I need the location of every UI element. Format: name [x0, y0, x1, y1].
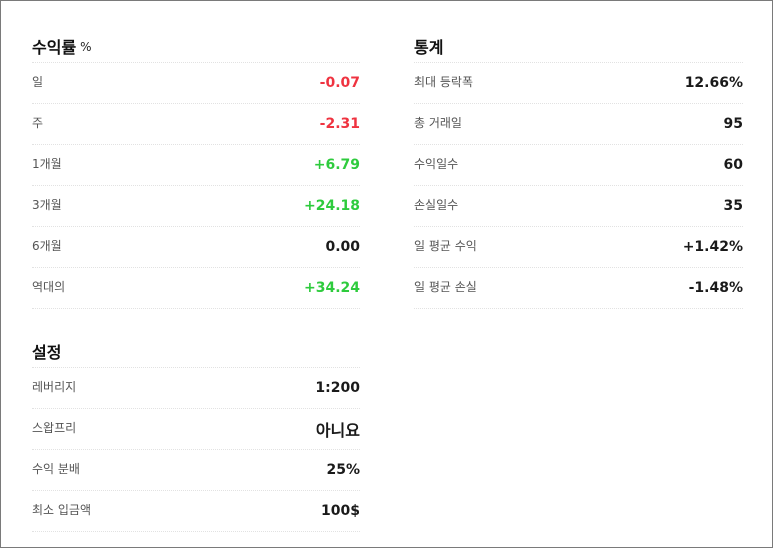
stats-label: 일 평균 수익 — [414, 238, 477, 253]
settings-row-profit-share: 수익 분배 25% — [32, 450, 360, 491]
stats-label: 수익일수 — [414, 156, 459, 171]
returns-row-3month: 3개월 +24.18 — [32, 186, 360, 227]
right-column: 통계 최대 등락폭 12.66% 총 거래일 95 수익일수 60 손실일수 3… — [414, 29, 743, 309]
stats-value: 12.66% — [684, 75, 743, 91]
returns-label: 일 — [32, 74, 44, 89]
settings-value: 아니요 — [315, 421, 360, 440]
stats-row-loss-days: 손실일수 35 — [414, 186, 743, 227]
returns-header: 수익률 % — [32, 29, 360, 63]
returns-row-6month: 6개월 0.00 — [32, 227, 360, 268]
stats-label: 손실일수 — [414, 197, 459, 212]
stats-value: +1.42% — [682, 239, 743, 255]
stats-value: 95 — [723, 116, 743, 132]
settings-label: 최소 입금액 — [32, 502, 92, 517]
returns-row-1month: 1개월 +6.79 — [32, 145, 360, 186]
stats-value: -1.48% — [688, 280, 743, 296]
settings-section: 설정 레버리지 1:200 스왑프리 아니요 수익 분배 25% 최소 입금액 … — [32, 334, 360, 532]
returns-label: 1개월 — [32, 156, 62, 171]
returns-row-day: 일 -0.07 — [32, 63, 360, 104]
settings-value: 100$ — [321, 503, 360, 519]
settings-title: 설정 — [32, 342, 62, 362]
returns-row-week: 주 -2.31 — [32, 104, 360, 145]
returns-value: +6.79 — [313, 157, 360, 173]
stats-row-profit-days: 수익일수 60 — [414, 145, 743, 186]
returns-label: 6개월 — [32, 238, 62, 253]
returns-label: 3개월 — [32, 197, 62, 212]
stats-value: 35 — [723, 198, 743, 214]
stats-row-trading-days: 총 거래일 95 — [414, 104, 743, 145]
settings-header: 설정 — [32, 334, 360, 368]
stats-row-avg-profit: 일 평균 수익 +1.42% — [414, 227, 743, 268]
returns-title: 수익률 — [32, 37, 77, 57]
stats-header: 통계 — [414, 29, 743, 63]
returns-label: 주 — [32, 115, 44, 130]
returns-value: -0.07 — [319, 75, 360, 91]
returns-value: 0.00 — [325, 239, 360, 255]
stats-row-max-drawdown: 최대 등락폭 12.66% — [414, 63, 743, 104]
returns-value: -2.31 — [319, 116, 360, 132]
stats-label: 총 거래일 — [414, 115, 462, 130]
settings-value: 1:200 — [315, 380, 360, 396]
returns-unit: % — [80, 40, 92, 54]
settings-label: 수익 분배 — [32, 461, 80, 476]
stats-value: 60 — [723, 157, 743, 173]
stats-label: 최대 등락폭 — [414, 74, 474, 89]
settings-label: 스왑프리 — [32, 420, 77, 435]
left-column: 수익률 % 일 -0.07 주 -2.31 1개월 +6.79 3개월 +24.… — [32, 29, 360, 532]
stats-row-avg-loss: 일 평균 손실 -1.48% — [414, 268, 743, 309]
returns-row-alltime: 역대의 +34.24 — [32, 268, 360, 309]
settings-row-min-deposit: 최소 입금액 100$ — [32, 491, 360, 532]
stats-label: 일 평균 손실 — [414, 279, 477, 294]
settings-label: 레버리지 — [32, 379, 77, 394]
returns-label: 역대의 — [32, 279, 66, 294]
settings-row-leverage: 레버리지 1:200 — [32, 368, 360, 409]
returns-value: +24.18 — [303, 198, 360, 214]
stats-title: 통계 — [414, 37, 444, 57]
settings-value: 25% — [326, 462, 360, 478]
returns-value: +34.24 — [303, 280, 360, 296]
settings-row-swapfree: 스왑프리 아니요 — [32, 409, 360, 450]
panel-frame: 수익률 % 일 -0.07 주 -2.31 1개월 +6.79 3개월 +24.… — [0, 0, 773, 548]
